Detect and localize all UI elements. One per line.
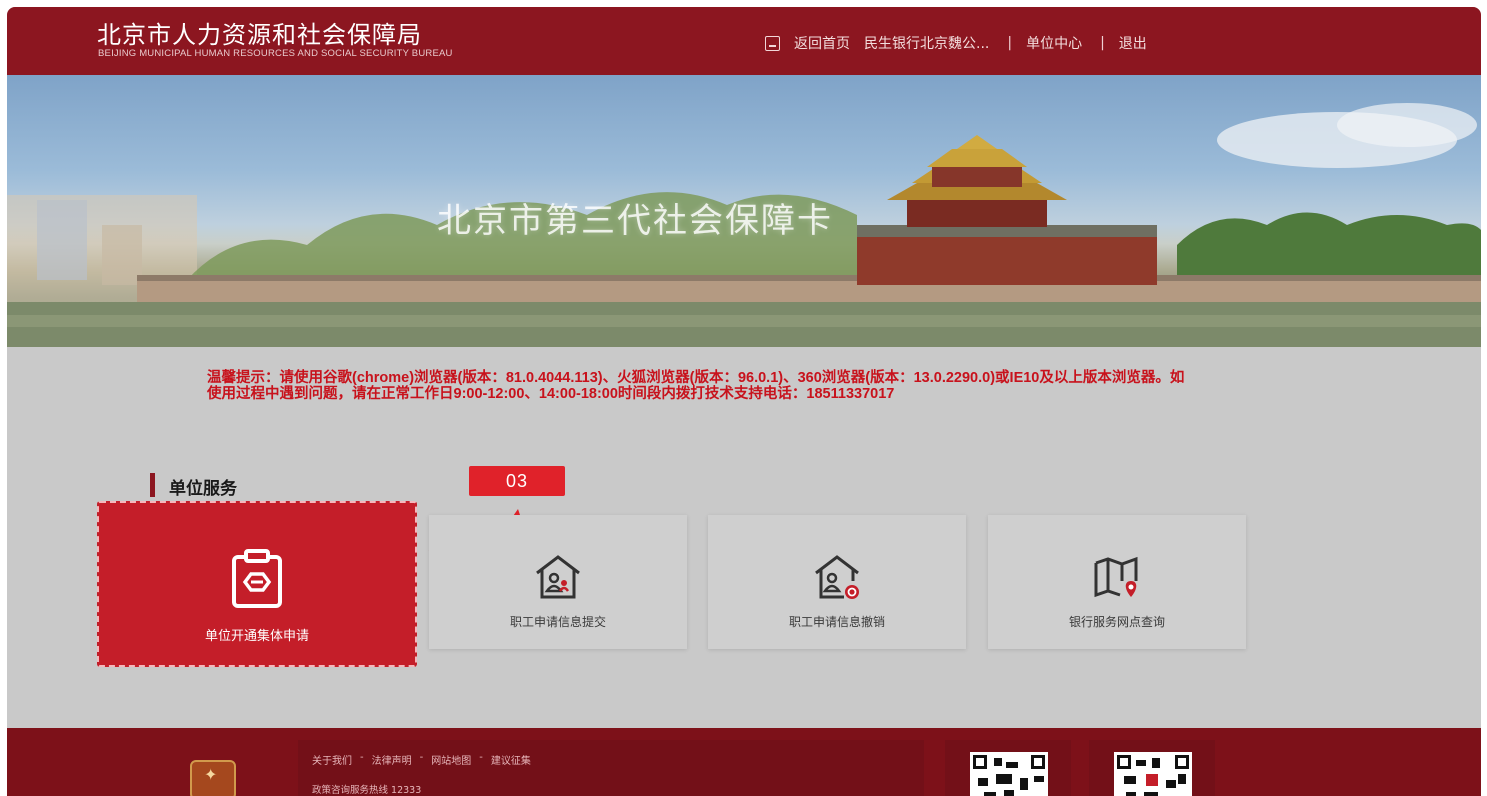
banner-title: 北京市第三代社会保障卡 bbox=[437, 201, 833, 241]
nav-separator: | bbox=[1100, 35, 1105, 51]
map-location-icon bbox=[1094, 556, 1138, 598]
footer-link-legal[interactable]: 法律声明 bbox=[372, 752, 412, 767]
house-person-cancel-icon bbox=[815, 555, 859, 599]
footer-link-about[interactable]: 关于我们 bbox=[312, 752, 352, 767]
nav-unit-center[interactable]: 单位中心 bbox=[1026, 33, 1082, 53]
footer-link-suggest[interactable]: 建议征集 bbox=[491, 752, 531, 767]
house-person-icon bbox=[536, 555, 580, 599]
footer-link-sep: - bbox=[479, 752, 483, 763]
footer: ✦ 关于我们 - 法律声明 - 网站地图 - 建议征集 政策咨询服务热线 123… bbox=[7, 728, 1481, 796]
qr-code-box bbox=[1089, 740, 1215, 796]
top-nav: 返回首页 民生银行北京魏公... | 单位中心 | 退出 bbox=[765, 33, 1161, 53]
nav-separator: | bbox=[1007, 35, 1013, 51]
top-header: 北京市人力资源和社会保障局 BEIJING MUNICIPAL HUMAN RE… bbox=[7, 7, 1481, 75]
service-label: 职工申请信息撤销 bbox=[788, 615, 885, 629]
footer-hotline: 政策咨询服务热线 12333 bbox=[312, 785, 422, 796]
qr-code-box bbox=[945, 740, 1071, 796]
app-frame: 北京市人力资源和社会保障局 BEIJING MUNICIPAL HUMAN RE… bbox=[7, 7, 1481, 796]
section-title: 单位服务 bbox=[169, 479, 237, 499]
service-label: 银行服务网点查询 bbox=[1068, 615, 1165, 629]
nav-home-link[interactable]: 返回首页 bbox=[794, 33, 850, 53]
section-accent-bar bbox=[150, 473, 155, 497]
qr-code-icon bbox=[970, 752, 1048, 796]
step-badge: 03 bbox=[469, 466, 565, 496]
footer-link-sep: - bbox=[419, 752, 424, 763]
service-card-bank-branch[interactable]: 银行服务网点查询 bbox=[988, 515, 1246, 649]
nav-logout[interactable]: 退出 bbox=[1119, 33, 1147, 53]
service-card-submit[interactable]: 职工申请信息提交 bbox=[429, 515, 687, 649]
service-card-open-collective[interactable]: 单位开通集体申请 bbox=[97, 501, 417, 667]
footer-links: 关于我们 - 法律声明 - 网站地图 - 建议征集 bbox=[312, 752, 531, 767]
footer-link-sep: - bbox=[360, 752, 364, 763]
emblem-icon: ✦ bbox=[190, 760, 236, 796]
qr-code-icon bbox=[1114, 752, 1192, 796]
hero-banner: 北京市第三代社会保障卡 bbox=[7, 75, 1481, 347]
home-icon[interactable] bbox=[765, 35, 780, 51]
service-label: 职工申请信息提交 bbox=[509, 615, 606, 629]
footer-links-box: 关于我们 - 法律声明 - 网站地图 - 建议征集 政策咨询服务热线 12333 bbox=[298, 740, 924, 796]
clipboard-icon bbox=[232, 549, 282, 608]
nav-bank-name[interactable]: 民生银行北京魏公... bbox=[864, 33, 989, 53]
site-title[interactable]: 北京市人力资源和社会保障局 bbox=[97, 15, 422, 50]
footer-link-sitemap[interactable]: 网站地图 bbox=[431, 752, 471, 767]
service-label: 单位开通集体申请 bbox=[204, 629, 309, 644]
site-title-en: BEIJING MUNICIPAL HUMAN RESOURCES AND SO… bbox=[98, 48, 453, 59]
notice-text: 温馨提示：请使用谷歌(chrome)浏览器(版本：81.0.4044.113)、… bbox=[207, 370, 1185, 402]
service-card-cancel[interactable]: 职工申请信息撤销 bbox=[708, 515, 966, 649]
